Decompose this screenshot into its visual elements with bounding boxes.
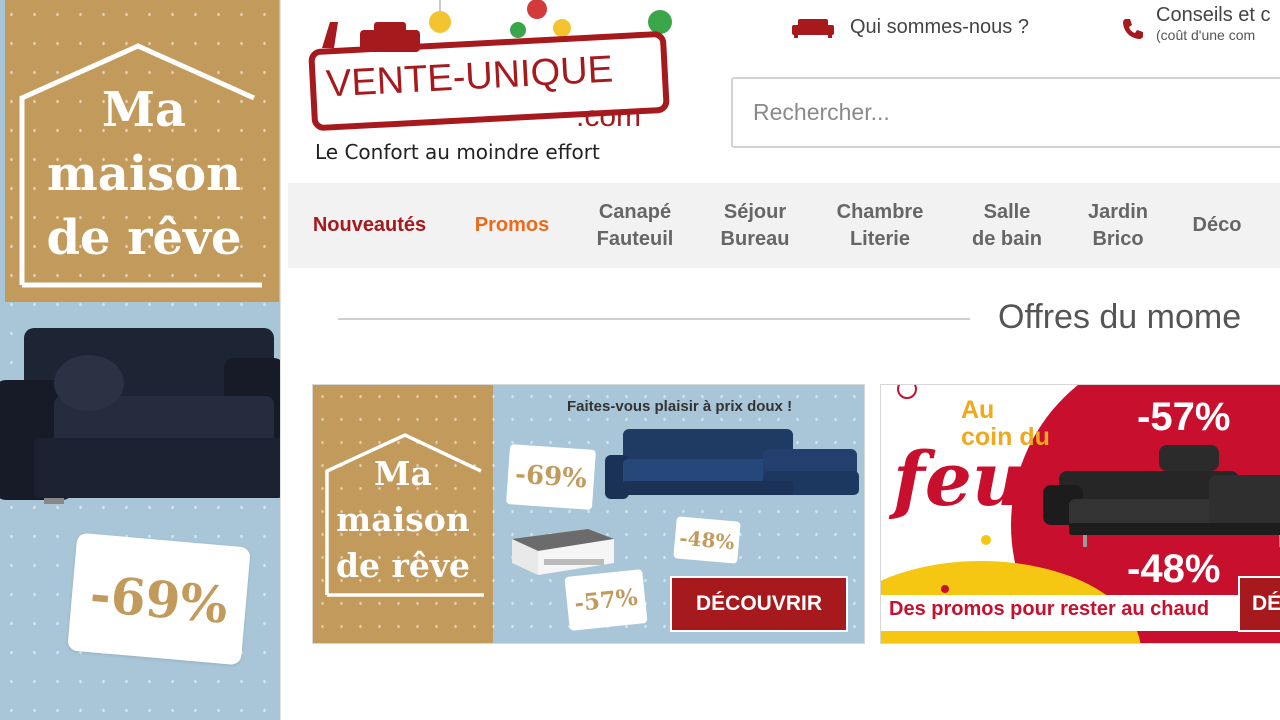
nav-label-line2: Fauteuil	[596, 227, 674, 250]
nav-label-line2: de bain	[971, 227, 1042, 250]
search-box	[731, 77, 1280, 148]
nav-item-nouveautes[interactable]: Nouveautés	[308, 183, 431, 268]
banner-bottom-text: Des promos pour rester au chaud	[889, 598, 1210, 620]
banner-headline: Faites-vous plaisir à prix doux !	[567, 398, 793, 415]
nav-label-line2: Literie	[849, 227, 910, 250]
nav-item-chambre-literie[interactable]: Chambre Literie	[828, 183, 932, 268]
nav-label-line1: Séjour	[723, 200, 787, 223]
leather-corner-sofa-image	[1043, 445, 1280, 547]
advice-link[interactable]: Conseils et c (coût d'une com	[1120, 4, 1271, 43]
nav-item-promos[interactable]: Promos	[468, 183, 556, 268]
sofa-bed-image	[0, 328, 280, 504]
nav-item-canape-fauteuil[interactable]: Canapé Fauteuil	[588, 183, 682, 268]
about-us-label: Qui sommes-nous ?	[850, 16, 1029, 38]
nav-item-sejour-bureau[interactable]: Séjour Bureau	[712, 183, 798, 268]
ad-discount-tag: -69%	[67, 532, 251, 666]
promo-banner-coin-du-feu[interactable]: Au coin du feu -57% -48% Des promos pour…	[880, 384, 1280, 644]
banner-slogan-line1: Ma	[374, 454, 432, 493]
promo-banner-maison-de-reve[interactable]: Ma maison de rêve Faites-vous plaisir à …	[312, 384, 865, 644]
discount-tag: -57%	[564, 569, 648, 631]
nav-label-line1: Jardin	[1087, 200, 1149, 223]
main-nav: Nouveautés Promos Canapé Fauteuil Séjour…	[288, 183, 1280, 268]
nav-label-line1: Salle	[983, 200, 1031, 223]
ad-slogan: Ma maison de rêve	[14, 78, 274, 270]
nav-item-salle-de-bain[interactable]: Salle de bain	[962, 183, 1052, 268]
phone-icon	[1123, 19, 1143, 39]
nav-label: Nouveautés	[312, 214, 427, 236]
discount-tag: -48%	[673, 516, 741, 564]
discover-button[interactable]: DÉCOUVRIR	[670, 576, 848, 632]
nav-label-line2: Brico	[1092, 227, 1144, 250]
discount-tag: -69%	[506, 444, 596, 510]
banner-slogan: Ma maison de rêve	[317, 451, 489, 589]
logo-tagline: Le Confort au moindre effort	[315, 140, 600, 164]
nav-label-line1: Chambre	[836, 200, 924, 223]
nav-label-line1: Canapé	[598, 200, 672, 223]
discount-label: -48%	[1127, 547, 1221, 591]
advice-subtitle: (coût d'une com	[1156, 27, 1256, 43]
discover-button[interactable]: DÉ	[1238, 576, 1280, 632]
site-logo[interactable]: VENTE-UNIQUE .com Le Confort au moindre …	[300, 0, 690, 175]
left-skyscraper-ad[interactable]: Ma maison de rêve -69%	[0, 0, 281, 720]
banner-slogan-line3: de rêve	[335, 546, 471, 585]
nav-item-jardin-brico[interactable]: Jardin Brico	[1080, 183, 1156, 268]
ad-slogan-line1: Ma	[101, 82, 187, 138]
logo-dotcom: .com	[576, 100, 642, 133]
discount-label: -57%	[1137, 395, 1231, 439]
advice-title: Conseils et c	[1156, 4, 1271, 26]
about-us-link[interactable]: Qui sommes-nous ?	[790, 16, 1029, 39]
ornament-icon	[981, 535, 991, 545]
section-divider	[338, 318, 970, 320]
ornament-icon	[941, 585, 949, 593]
ad-slogan-line2: maison	[46, 146, 242, 202]
nav-label: Déco	[1192, 214, 1242, 236]
nav-item-deco[interactable]: Déco	[1184, 183, 1250, 268]
banner-au: Au	[961, 396, 995, 424]
nav-label: Promos	[474, 214, 550, 236]
corner-sofa-image	[605, 429, 859, 499]
search-input[interactable]	[733, 79, 1280, 146]
section-title: Offres du mome	[998, 298, 1242, 336]
ornament-icon	[897, 385, 917, 399]
banner-slogan-line2: maison	[336, 500, 470, 539]
sofa-icon	[792, 18, 834, 38]
top-links: Qui sommes-nous ? Conseils et c (coût d'…	[790, 0, 1280, 60]
banner-feu: feu	[893, 437, 1026, 523]
nav-label-line2: Bureau	[720, 227, 790, 250]
ad-slogan-line3: de rêve	[46, 210, 242, 266]
